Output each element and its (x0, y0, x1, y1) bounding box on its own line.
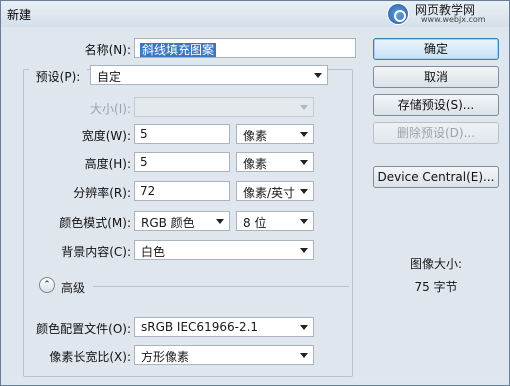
color-profile-value: sRGB IEC61966-2.1 (141, 320, 259, 334)
height-unit-select[interactable]: 像素 (236, 152, 314, 172)
chevron-down-icon (300, 248, 308, 253)
name-label: 名称(N): (84, 43, 131, 57)
advanced-toggle-button[interactable]: ⌃ (39, 277, 55, 293)
resolution-input[interactable]: 72 (134, 181, 230, 201)
preset-select[interactable]: 自定 (90, 65, 328, 85)
chevron-down-icon (300, 105, 308, 110)
color-profile-label: 颜色配置文件(O): (36, 322, 131, 336)
width-unit-select[interactable]: 像素 (236, 124, 314, 144)
advanced-label: 高级 (61, 281, 86, 295)
title-bar: 新建 网页教学网 www.webjx.com (1, 1, 509, 27)
ok-button[interactable]: 确定 (373, 38, 499, 60)
height-input[interactable]: 5 (134, 152, 230, 172)
resolution-unit-value: 像素/英寸 (243, 186, 296, 200)
height-label: 高度(H): (84, 157, 131, 171)
watermark-url: www.webjx.com (421, 15, 486, 24)
name-input[interactable]: 斜线填充图案 (134, 38, 356, 58)
watermark-logo-icon (387, 3, 409, 25)
chevron-down-icon (300, 189, 308, 194)
chevron-down-icon (300, 219, 308, 224)
size-select[interactable] (134, 97, 314, 117)
chevron-down-icon (300, 325, 308, 330)
resolution-label: 分辨率(R): (73, 186, 131, 200)
height-unit-value: 像素 (243, 157, 268, 171)
chevron-down-icon (216, 219, 224, 224)
new-document-dialog: 新建 网页教学网 www.webjx.com 名称(N): 斜线填充图案 预设(… (0, 0, 510, 386)
size-label: 大小(I): (90, 102, 131, 116)
cancel-button[interactable]: 取消 (373, 66, 499, 88)
chevron-down-icon (314, 73, 322, 78)
resolution-unit-select[interactable]: 像素/英寸 (236, 181, 314, 201)
color-mode-value: RGB 颜色 (141, 216, 195, 230)
background-select[interactable]: 白色 (134, 240, 314, 260)
width-unit-value: 像素 (243, 129, 268, 143)
pixel-aspect-value: 方形像素 (141, 350, 190, 364)
chevron-down-icon (300, 160, 308, 165)
delete-preset-button[interactable]: 删除预设(D)... (373, 122, 499, 144)
save-preset-button[interactable]: 存储预设(S)... (373, 94, 499, 116)
color-mode-label: 颜色模式(M): (59, 216, 131, 230)
bit-depth-select[interactable]: 8 位 (236, 211, 314, 231)
color-profile-select[interactable]: sRGB IEC61966-2.1 (134, 317, 314, 337)
bit-depth-value: 8 位 (243, 216, 267, 230)
preset-label: 预设(P): (29, 68, 87, 85)
watermark: 网页教学网 www.webjx.com (387, 1, 505, 27)
resolution-value: 72 (140, 184, 156, 198)
height-value: 5 (140, 155, 148, 169)
pixel-aspect-label: 像素长宽比(X): (49, 350, 131, 364)
width-input[interactable]: 5 (134, 124, 230, 144)
advanced-divider (93, 286, 349, 287)
chevron-down-icon (300, 132, 308, 137)
preset-value: 自定 (97, 70, 122, 84)
image-size-title: 图像大小: (409, 257, 463, 271)
dialog-body: 名称(N): 斜线填充图案 预设(P): 自定 大小(I): 宽度(W): 5 … (7, 29, 503, 381)
background-label: 背景内容(C): (61, 245, 131, 259)
width-value: 5 (140, 127, 148, 141)
pixel-aspect-select[interactable]: 方形像素 (134, 345, 314, 365)
chevron-down-icon (300, 353, 308, 358)
background-value: 白色 (141, 245, 166, 259)
device-central-button[interactable]: Device Central(E)... (373, 166, 499, 188)
width-label: 宽度(W): (81, 129, 131, 143)
image-size-value: 75 字节 (414, 280, 458, 294)
color-mode-select[interactable]: RGB 颜色 (134, 211, 230, 231)
name-value: 斜线填充图案 (140, 43, 217, 57)
dialog-title: 新建 (7, 8, 32, 22)
